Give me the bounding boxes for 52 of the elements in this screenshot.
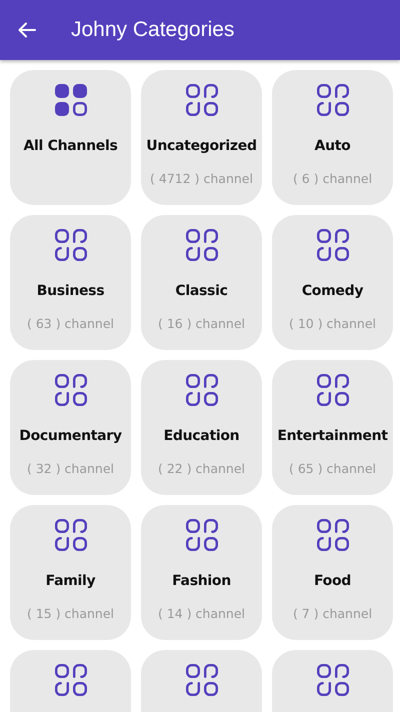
channel-count: ( 22 ) channel: [158, 461, 246, 476]
grid-outline-icon: [54, 229, 86, 261]
grid-outline-icon: [54, 374, 86, 406]
channel-count: ( 10 ) channel: [288, 316, 376, 331]
grid-outline-icon: [316, 84, 348, 116]
grid-outline-icon: [186, 519, 218, 551]
category-name: Documentary: [19, 428, 122, 444]
grid-outline-icon: [316, 374, 348, 406]
grid-outline-icon: [186, 664, 218, 696]
category-card[interactable]: Documentary ( 32 ) channel: [10, 360, 131, 495]
category-card[interactable]: Auto ( 6 ) channel: [272, 70, 393, 205]
category-card[interactable]: Comedy ( 10 ) channel: [272, 215, 393, 350]
grid-icon: [54, 84, 86, 116]
category-card[interactable]: Education ( 22 ) channel: [141, 360, 262, 495]
category-name: Family: [46, 573, 96, 589]
channel-count: ( 65 ) channel: [288, 461, 376, 476]
channel-count: ( 7 ) channel: [292, 606, 372, 621]
channel-count: ( 6 ) channel: [292, 171, 372, 186]
grid-outline-icon: [316, 519, 348, 551]
channel-count: ( 4712 ) channel: [150, 171, 253, 186]
category-name: Classic: [175, 283, 228, 299]
category-card[interactable]: Classic ( 16 ) channel: [141, 215, 262, 350]
category-name: Education: [164, 428, 240, 444]
grid-outline-icon: [316, 664, 348, 696]
channel-count: ( 14 ) channel: [158, 606, 246, 621]
category-card[interactable]: Fashion ( 14 ) channel: [141, 505, 262, 640]
category-name: Food: [314, 573, 352, 589]
category-name: Comedy: [302, 283, 364, 299]
category-name: Business: [36, 283, 104, 299]
category-name: All Channels: [24, 138, 118, 154]
category-name: Entertainment: [277, 428, 388, 444]
channel-count: ( 15 ) channel: [26, 606, 114, 621]
category-card[interactable]: Business ( 63 ) channel: [10, 215, 131, 350]
app-bar-title: Johny Categories: [71, 18, 234, 42]
grid-outline-icon: [54, 664, 86, 696]
grid-outline-icon: [186, 84, 218, 116]
grid-outline-icon: [54, 519, 86, 551]
category-name: Uncategorized: [146, 138, 257, 154]
grid-outline-icon: [316, 229, 348, 261]
category-card[interactable]: Family ( 15 ) channel: [10, 505, 131, 640]
channel-count: ( 16 ) channel: [158, 316, 246, 331]
grid-outline-icon: [186, 229, 218, 261]
category-name: Auto: [314, 138, 350, 154]
channel-count: ( 32 ) channel: [26, 461, 114, 476]
back-arrow-icon[interactable]: [18, 22, 36, 38]
category-card[interactable]: Food ( 7 ) channel: [272, 505, 393, 640]
category-name: Fashion: [172, 573, 231, 589]
category-card[interactable]: All Channels: [10, 70, 131, 205]
grid-outline-icon: [186, 374, 218, 406]
category-card[interactable]: Uncategorized ( 4712 ) channel: [141, 70, 262, 205]
channel-count: ( 63 ) channel: [26, 316, 114, 331]
category-card[interactable]: Entertainment ( 65 ) channel: [272, 360, 393, 495]
